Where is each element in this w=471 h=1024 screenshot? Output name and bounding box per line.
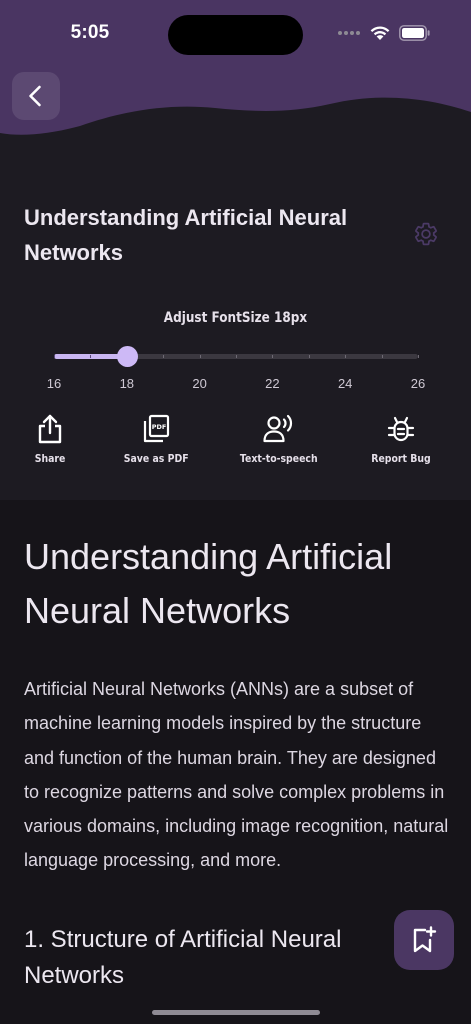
slider-tick <box>381 355 383 358</box>
tick-label: 18 <box>119 376 135 391</box>
status-bar: 5:05 <box>0 0 471 66</box>
dynamic-island <box>168 15 303 55</box>
slider-tick <box>90 355 92 358</box>
wifi-icon <box>370 26 390 40</box>
slider-tick <box>418 355 419 358</box>
slider-tick <box>308 355 310 358</box>
slider-tick <box>163 355 165 358</box>
pdf-icon: PDF <box>143 414 170 443</box>
bookmark-add-icon <box>413 926 437 953</box>
tick-label: 26 <box>410 376 426 391</box>
cellular-signal-icon <box>338 30 360 35</box>
article-heading: Understanding Artificial Neural Networks <box>24 536 393 631</box>
slider-tick-labels: 16 18 20 22 24 26 <box>47 376 425 392</box>
action-label: Save as PDF <box>123 452 189 465</box>
panel-title: Understanding Artificial Neural Networks <box>24 205 348 265</box>
tick-label: 24 <box>337 376 353 391</box>
battery-icon <box>399 24 430 41</box>
font-size-label: Adjust FontSize 18px <box>163 310 308 326</box>
slider-thumb[interactable] <box>116 346 138 367</box>
bug-icon <box>387 416 415 442</box>
svg-text:PDF: PDF <box>152 423 167 431</box>
back-button[interactable] <box>12 72 60 120</box>
action-label: Share <box>34 452 66 465</box>
bookmark-add-button[interactable] <box>394 910 454 970</box>
gear-icon[interactable] <box>413 221 439 247</box>
status-icons <box>337 24 431 41</box>
tick-label: 22 <box>265 376 280 391</box>
action-label: Report Bug <box>371 452 431 465</box>
text-to-speech-icon <box>263 414 293 443</box>
slider-tick <box>236 355 237 358</box>
font-size-slider[interactable] <box>54 346 419 367</box>
slider-tick <box>54 355 55 358</box>
slider-tick <box>272 355 274 358</box>
report-bug-button[interactable]: Report Bug <box>351 412 451 465</box>
status-time: 5:05 <box>70 22 110 43</box>
chevron-left-icon <box>29 85 41 107</box>
article-intro: Artificial Neural Networks (ANNs) are a … <box>24 679 449 871</box>
share-icon <box>38 414 62 444</box>
home-indicator <box>152 1010 320 1015</box>
action-bar: Share PDF Save as PDF Text-to-speech Rep… <box>0 412 471 472</box>
slider-tick <box>199 355 201 358</box>
screen: 5:05 Understanding Artificial Neural Net… <box>0 0 471 1024</box>
article: Understanding Artificial Neural Networks… <box>24 530 454 994</box>
action-label: Text-to-speech <box>240 452 318 465</box>
share-button[interactable]: Share <box>0 412 100 465</box>
save-as-pdf-button[interactable]: PDF Save as PDF <box>106 412 206 465</box>
section-heading: 1. Structure of Artificial Neural Networ… <box>24 925 342 989</box>
tick-label: 20 <box>192 376 207 391</box>
slider-tick <box>345 355 347 358</box>
tick-label: 16 <box>46 376 62 391</box>
text-to-speech-button[interactable]: Text-to-speech <box>229 412 329 465</box>
